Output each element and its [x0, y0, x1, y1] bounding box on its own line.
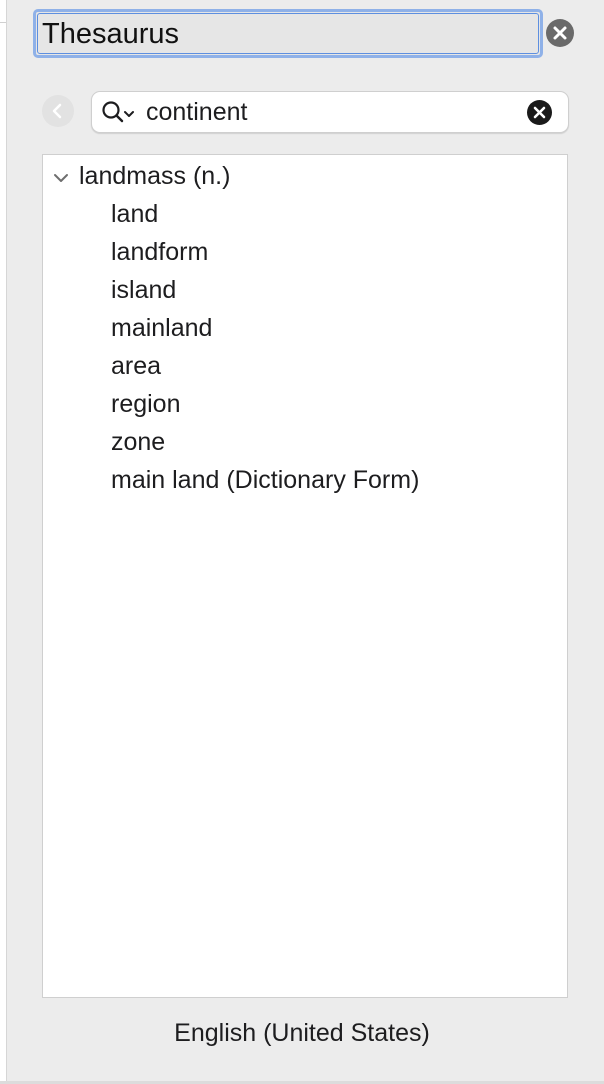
clear-icon: [533, 106, 546, 119]
result-group-label: landmass (n.): [79, 162, 231, 190]
synonym-item[interactable]: zone: [43, 423, 567, 461]
results-list: landmass (n.) land landform island mainland…: [42, 154, 568, 998]
synonym-item[interactable]: region: [43, 385, 567, 423]
synonym-item[interactable]: main land (Dictionary Form): [43, 461, 567, 499]
synonym-item[interactable]: landform: [43, 233, 567, 271]
search-icon[interactable]: [101, 100, 139, 124]
language-label[interactable]: English (United States): [0, 1019, 604, 1048]
edge-divider: [0, 22, 6, 23]
chevron-down-icon[interactable]: [52, 169, 70, 187]
close-icon: [553, 26, 567, 40]
synonym-item[interactable]: land: [43, 195, 567, 233]
chevron-left-icon: [52, 103, 62, 119]
window-left-edge: [0, 0, 7, 1084]
synonym-list: land landform island mainland area region zone…: [43, 195, 567, 499]
clear-search-button[interactable]: [527, 100, 552, 125]
close-panel-button[interactable]: [546, 19, 574, 47]
search-input[interactable]: [146, 96, 516, 128]
synonym-item[interactable]: island: [43, 271, 567, 309]
result-group-row[interactable]: landmass (n.): [43, 159, 567, 195]
synonym-item[interactable]: area: [43, 347, 567, 385]
panel-title: Thesaurus: [42, 18, 180, 50]
back-button[interactable]: [42, 95, 74, 127]
search-field[interactable]: [91, 91, 569, 133]
synonym-item[interactable]: mainland: [43, 309, 567, 347]
thesaurus-title-field[interactable]: Thesaurus: [33, 9, 543, 58]
